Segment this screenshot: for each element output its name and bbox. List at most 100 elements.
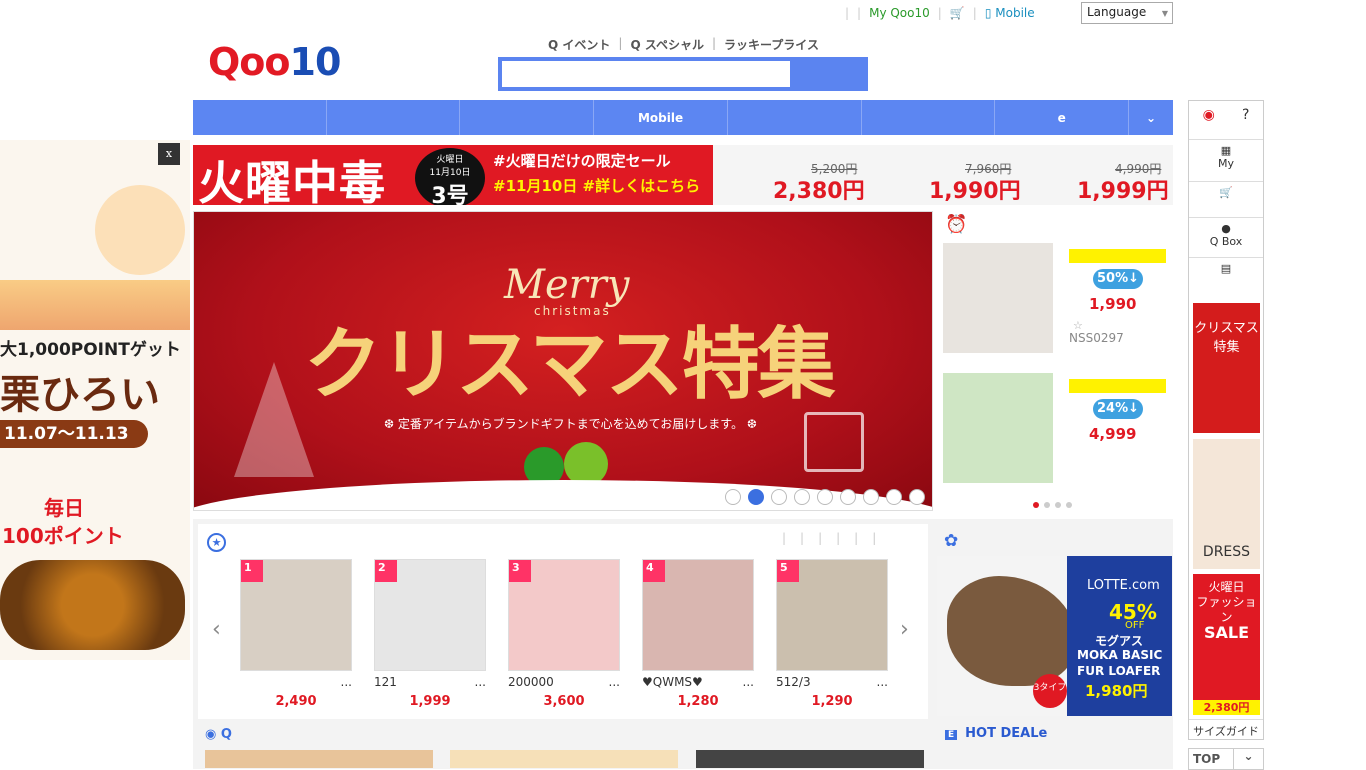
nav-item[interactable] [327,100,461,135]
sale-price: 1,990円 [929,179,1021,204]
deal-dot[interactable] [1033,502,1039,508]
fashion-line1: 火曜日 [1208,580,1245,594]
chevron-left-icon[interactable]: ‹ [212,617,221,642]
timer-bar [1069,249,1166,263]
carousel-dot[interactable] [771,489,787,505]
carousel-dots [725,489,925,505]
logo-red: Qoo [208,40,291,84]
ad-line2: 栗ひろい [0,372,160,418]
alarm-clock-icon: ⏰ [945,214,968,235]
hot-deal-heading[interactable]: E HOT DEALe [945,726,1047,741]
nav-item-e[interactable]: e [995,100,1130,135]
autumn-leaves [0,280,190,330]
q-special-link[interactable]: Q スペシャル [630,36,704,53]
search-button[interactable] [792,59,866,89]
ellipsis: ... [340,675,352,689]
lucky-price-link[interactable]: ラッキープライス [724,36,819,53]
sidebar-xmas-ad[interactable]: クリスマス特集 [1193,303,1260,433]
nav-item[interactable] [193,100,327,135]
rank-badge: 1 [241,560,263,582]
hot-deal-label: HOT DEALe [965,726,1048,741]
sidebar-item-list[interactable]: ▤ [1189,257,1263,275]
carousel-dot[interactable] [725,489,741,505]
carousel-dot[interactable] [909,489,925,505]
time-deal-item[interactable]: 50%↓ 1,990 ☆ NSS0297 [943,243,1173,355]
rank-badge: 3 [509,560,531,582]
product-price: 1,280 [677,694,719,709]
banner-issue: 3号 [431,184,469,205]
timer-bar [1069,379,1166,393]
deal-price: 1,990 [1089,295,1137,313]
nav-item[interactable] [862,100,996,135]
product-price: 1,999 [409,694,451,709]
sidebar-dress-ad[interactable]: DRESS [1193,439,1260,569]
lotte-l3: FUR LOAFER [1077,664,1161,678]
product-card[interactable]: 4 ♥QWMS♥... 1,280 [642,559,754,709]
nav-item-mobile[interactable]: Mobile [594,100,728,135]
lotte-price: 1,980円 [1085,682,1148,700]
q-item-image[interactable] [696,750,924,768]
carousel-dot[interactable] [794,489,810,505]
product-image [943,243,1053,353]
sidebar-qbox-label: Q Box [1209,235,1243,248]
ad-dates: 11.07～11.13 [0,420,148,448]
left-side-ad[interactable]: 大1,000POINTゲット 栗ひろい 11.07～11.13 毎日 100ポイ… [0,140,190,660]
ad-line3: 毎日 [44,496,84,520]
search-box [498,57,868,91]
qoo10-logo[interactable]: Qoo10 [208,40,341,84]
clipboard-icon: ▤ [1220,262,1232,275]
sidebar-item-qbox[interactable]: ● Q Box [1189,217,1263,248]
size-guide-link[interactable]: サイズガイド [1189,719,1263,739]
time-deal-item[interactable]: 24%↓ 4,999 [943,373,1173,485]
close-ad-button[interactable]: x [158,143,180,165]
carousel-dot[interactable] [886,489,902,505]
phone-icon: ▯ [984,6,992,20]
carousel-dot[interactable] [817,489,833,505]
divider: | [618,36,623,50]
hero-carousel[interactable]: Merry christmas クリスマス特集 ❆ 定番アイテムからブランドギフ… [193,211,933,511]
tree-graphic [234,362,314,477]
product-card[interactable]: 3 200000... 3,600 [508,559,620,709]
category-tabs[interactable]: |||||| [782,531,890,545]
cart-icon[interactable]: 🛒 [950,6,965,20]
language-select[interactable]: Language ▼ [1081,2,1173,24]
deal-dot[interactable] [1055,502,1061,508]
q-event-link[interactable]: Q イベント [548,36,610,53]
carousel-dot[interactable] [863,489,879,505]
lotte-l1: モグアス [1095,634,1144,648]
chevron-down-icon[interactable]: ⌄ [1233,749,1263,769]
my-qoo10-link[interactable]: My Qoo10 [869,6,930,20]
lotte-badge: 3タイプ [1033,674,1067,708]
cart-icon: 🛒 [1219,186,1233,199]
product-card[interactable]: 1 ... 2,490 [240,559,352,709]
search-input[interactable] [502,61,790,87]
help-icon[interactable]: ? [1242,107,1249,123]
nav-item[interactable] [728,100,862,135]
sidebar-item-cart[interactable]: 🛒 [1189,181,1263,199]
fashion-price: 2,380円 [1193,700,1260,715]
coupon-icon[interactable]: ◉ [1203,107,1215,123]
lotte-ad[interactable]: LOTTE.com 45% OFF モグアス MOKA BASIC FUR LO… [937,556,1172,716]
q-heading: ◉ Q [205,727,232,742]
product-name: ♥QWMS♥ [642,675,703,689]
banner-date: 11月10日 [429,168,471,178]
sidebar-fashion-ad[interactable]: 火曜日 ファッション SALE 2,380円 [1193,574,1260,715]
tuesday-banner[interactable]: 火曜中毒 火曜日 11月10日 3号 #火曜日だけの限定セール #11月10日 … [193,145,1173,205]
q-item-image[interactable] [205,750,433,768]
product-image [943,373,1053,483]
mobile-link[interactable]: ▯ Mobile [985,6,1035,20]
q-item-image[interactable] [450,750,678,768]
carousel-dot[interactable] [748,489,764,505]
nav-more-button[interactable]: ⌄ [1129,100,1173,135]
sidebar-item-my[interactable]: ▦ My [1189,139,1263,170]
scroll-top-button[interactable]: TOP ⌄ [1188,748,1264,770]
sidebar-dress-label: DRESS [1202,544,1251,560]
carousel-dot[interactable] [840,489,856,505]
chevron-right-icon[interactable]: › [900,617,909,642]
nav-item[interactable] [460,100,595,135]
deal-dot[interactable] [1044,502,1050,508]
deal-dot[interactable] [1066,502,1072,508]
q-icon: ◉ [205,727,217,742]
product-card[interactable]: 2 121... 1,999 [374,559,486,709]
product-card[interactable]: 5 512/3... 1,290 [776,559,888,709]
